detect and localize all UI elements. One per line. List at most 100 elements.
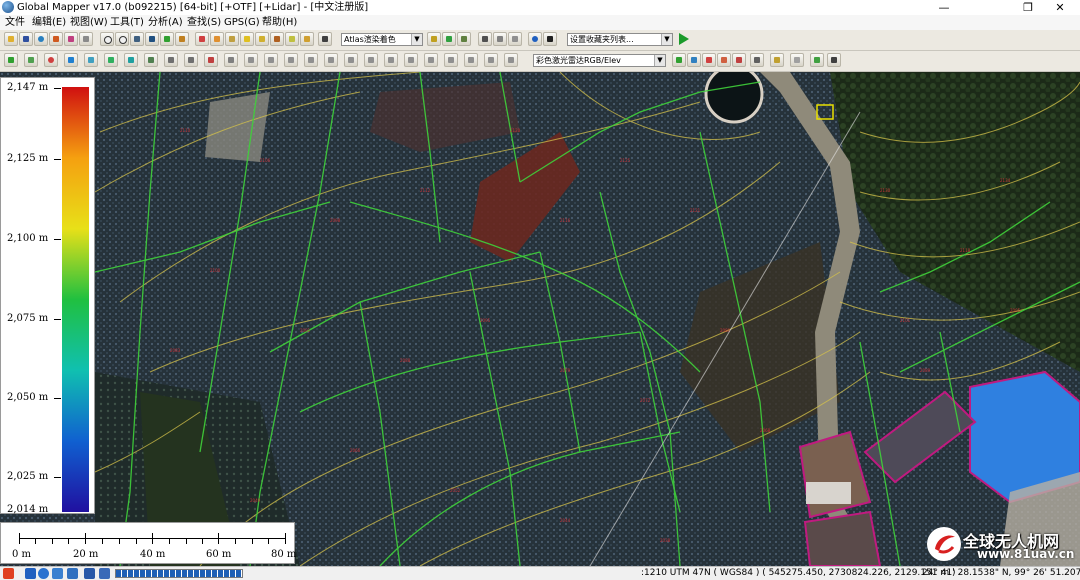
ruler-icon[interactable] (493, 32, 507, 46)
lidar-grid-icon[interactable] (750, 53, 764, 67)
merge-icon[interactable] (184, 53, 198, 67)
ime-language-icon[interactable] (25, 568, 36, 579)
legend-tick-label: 2,025 m (7, 471, 49, 482)
menu-view[interactable]: 视图(W) (70, 15, 108, 30)
shader-options-icon[interactable] (427, 32, 441, 46)
offset-icon[interactable] (444, 53, 458, 67)
path-profile-icon[interactable] (240, 32, 254, 46)
menu-help[interactable]: 帮助(H) (262, 15, 297, 30)
contrast-icon[interactable] (457, 32, 471, 46)
svg-text:2083: 2083 (170, 348, 181, 353)
lighting-icon[interactable] (442, 32, 456, 46)
scale-feature-icon[interactable] (264, 53, 278, 67)
join-icon[interactable] (364, 53, 378, 67)
lidar-height-icon[interactable] (732, 53, 746, 67)
close-button[interactable]: ✕ (1040, 0, 1080, 15)
move-feature-icon[interactable] (224, 53, 238, 67)
lidar-class-icon[interactable] (84, 53, 98, 67)
overlay-icon[interactable] (64, 32, 78, 46)
status-bar: :1210 UTM 47N ( WGS84 ) ( 545275.450, 27… (0, 566, 1080, 580)
combine-icon[interactable] (404, 53, 418, 67)
split-icon[interactable] (164, 53, 178, 67)
measure-icon[interactable] (210, 32, 224, 46)
rotate-feature-icon[interactable] (244, 53, 258, 67)
create-line-icon[interactable] (24, 53, 38, 67)
lidar-table-icon[interactable] (827, 53, 841, 67)
menu-file[interactable]: 文件 (5, 15, 25, 30)
home-icon[interactable] (145, 32, 159, 46)
svg-text:2088: 2088 (400, 358, 411, 363)
select-icon[interactable] (195, 32, 209, 46)
lidar-color-select[interactable]: 彩色激光雷达RGB/Elev ▼ (533, 54, 666, 67)
favorites-select[interactable]: 设置收藏夹列表... ▼ (567, 33, 673, 46)
shader-select[interactable]: Atlas渲染着色 ▼ (341, 33, 423, 46)
create-area-icon[interactable] (4, 53, 18, 67)
clip-icon[interactable] (344, 53, 358, 67)
full-view-icon[interactable] (160, 32, 174, 46)
snap-icon[interactable] (464, 53, 478, 67)
north-arrow-icon[interactable] (543, 32, 557, 46)
menu-analysis[interactable]: 分析(A) (148, 15, 183, 30)
menu-gps[interactable]: GPS(G) (224, 15, 260, 30)
wrench-icon[interactable] (99, 568, 110, 579)
open-icon[interactable] (4, 32, 18, 46)
lidar-filter-icon[interactable] (64, 53, 78, 67)
save-icon[interactable] (19, 32, 33, 46)
emoji-icon[interactable] (67, 568, 78, 579)
moon-icon[interactable] (38, 568, 49, 579)
config-icon[interactable] (79, 32, 93, 46)
smooth-icon[interactable] (304, 53, 318, 67)
lidar-intensity-icon[interactable] (702, 53, 716, 67)
crop-icon[interactable] (384, 53, 398, 67)
map-canvas[interactable]: 2110 2106 2098 2112 2120 2116 2125 2121 2091 2… (0, 72, 1080, 566)
svg-text:2125: 2125 (620, 158, 631, 163)
scale-bar: 0 m 20 m 40 m 60 m 80 m (0, 522, 296, 564)
svg-text:2106: 2106 (260, 158, 271, 163)
lidar-measure-icon[interactable] (790, 53, 804, 67)
digitizer-icon[interactable] (255, 32, 269, 46)
layer-control-icon[interactable] (49, 32, 63, 46)
watermark: 全球无人机网 www.81uav.cn (927, 525, 1080, 566)
lidar-render-icon[interactable] (672, 53, 686, 67)
scale-label: 20 m (73, 549, 99, 560)
vertex-edit-icon[interactable] (204, 53, 218, 67)
lidar-edit-icon[interactable] (770, 53, 784, 67)
lidar-ground-icon[interactable] (104, 53, 118, 67)
3d-view-icon[interactable] (318, 32, 332, 46)
buffer-icon[interactable] (284, 53, 298, 67)
lidar-return-icon[interactable] (717, 53, 731, 67)
globe-icon[interactable] (34, 32, 48, 46)
menu-search[interactable]: 查找(S) (187, 15, 221, 30)
punctuation-icon[interactable] (52, 568, 63, 579)
minimize-button[interactable]: — (924, 0, 964, 15)
create-point-icon[interactable] (44, 53, 58, 67)
crosshair-icon[interactable] (508, 32, 522, 46)
menu-tools[interactable]: 工具(T) (110, 15, 144, 30)
feature-info-icon[interactable] (270, 32, 284, 46)
info-icon[interactable] (225, 32, 239, 46)
lidar-3d-icon[interactable] (810, 53, 824, 67)
gps-target-icon[interactable] (528, 32, 542, 46)
svg-text:2118: 2118 (960, 248, 971, 253)
chart-icon[interactable] (300, 32, 314, 46)
menu-edit[interactable]: 编辑(E) (32, 15, 66, 30)
legend-tick-label: 2,050 m (7, 392, 49, 403)
lidar-profile-icon[interactable] (144, 53, 158, 67)
ime-logo-icon[interactable] (3, 568, 14, 579)
simplify-icon[interactable] (324, 53, 338, 67)
favorites-select-value: 设置收藏夹列表... (570, 35, 634, 44)
grid-icon[interactable] (175, 32, 189, 46)
flip-icon[interactable] (504, 53, 518, 67)
zoom-out-icon[interactable] (115, 32, 129, 46)
keyboard-icon[interactable] (84, 568, 95, 579)
edit-icon[interactable] (285, 32, 299, 46)
zoom-in-icon[interactable] (100, 32, 114, 46)
pan-icon[interactable] (130, 32, 144, 46)
reshape-icon[interactable] (484, 53, 498, 67)
lidar-building-icon[interactable] (124, 53, 138, 67)
svg-text:2095: 2095 (1010, 308, 1021, 313)
run-play-icon[interactable] (679, 33, 689, 45)
densify-icon[interactable] (424, 53, 438, 67)
lidar-density-icon[interactable] (687, 53, 701, 67)
vertical-exaggeration-icon[interactable] (478, 32, 492, 46)
